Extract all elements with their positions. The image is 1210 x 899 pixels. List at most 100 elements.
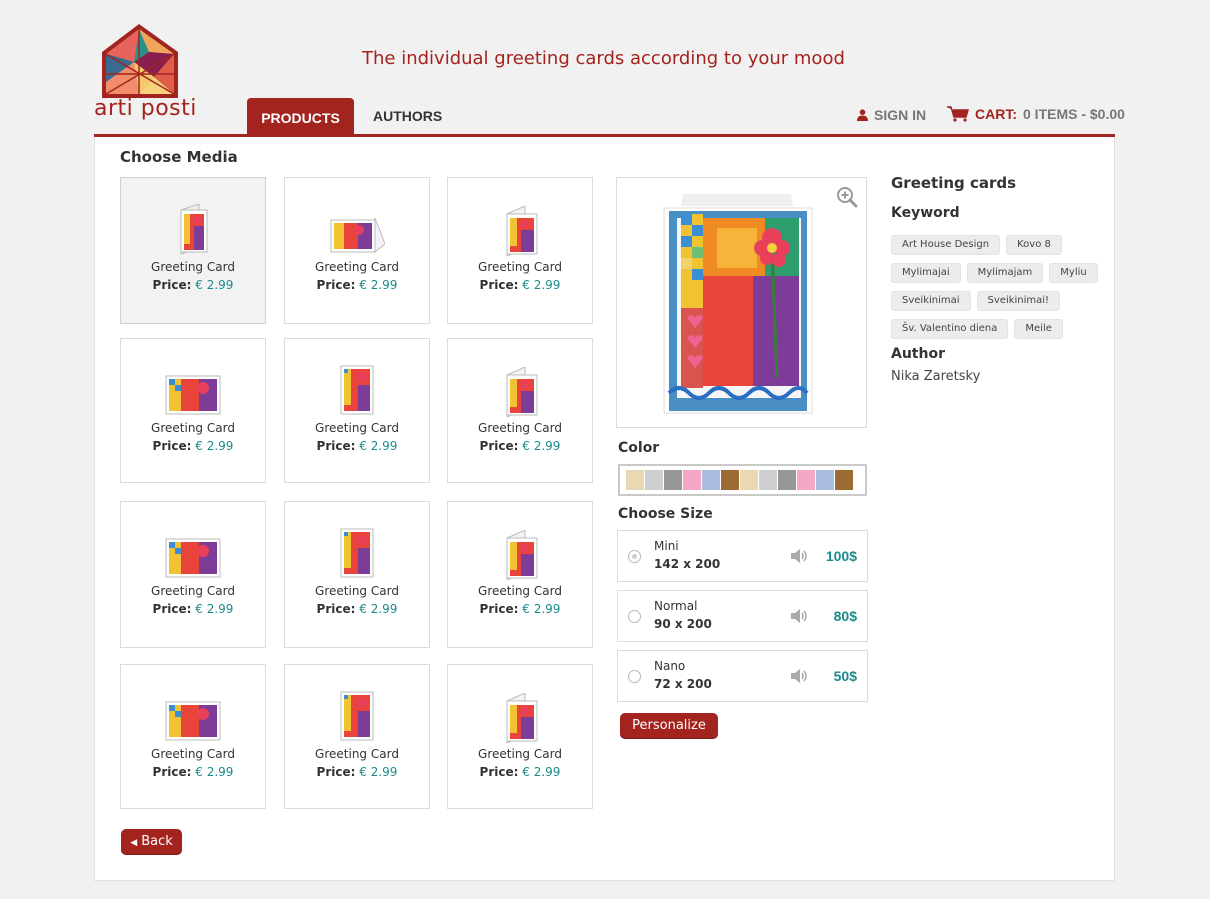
media-tile[interactable]: Greeting Card Price: € 2.99 [447,664,593,809]
media-tile[interactable]: Greeting Card Price: € 2.99 [120,177,266,324]
keyword-tag[interactable]: Sveikinimai [891,291,971,311]
back-arrow-icon: ◀ [130,838,138,848]
media-name: Greeting Card [315,421,399,435]
media-name: Greeting Card [315,747,399,761]
choose-size-label: Choose Size [618,506,713,522]
price-value: € 2.99 [522,439,561,453]
media-tile[interactable]: Greeting Card Price: € 2.99 [120,501,266,648]
folded-card-standing-icon [499,205,541,261]
author-name[interactable]: Nika Zaretsky [891,369,980,384]
zoom-in-icon[interactable] [836,186,858,208]
keyword-tag[interactable]: Mylimajai [891,263,961,283]
media-name: Greeting Card [478,421,562,435]
color-swatches [618,464,867,496]
brand-name: arti posti [94,96,197,121]
media-tile[interactable]: Greeting Card Price: € 2.99 [284,501,430,648]
media-tile[interactable]: Greeting Card Price: € 2.99 [447,177,593,324]
tagline: The individual greeting cards according … [362,48,845,69]
media-tile[interactable]: Greeting Card Price: € 2.99 [447,501,593,648]
media-tile[interactable]: Greeting Card Price: € 2.99 [120,664,266,809]
color-swatch[interactable] [683,470,701,490]
media-name: Greeting Card [315,260,399,274]
speaker-icon[interactable] [790,548,808,564]
author-label: Author [891,346,945,362]
personalize-button[interactable]: Personalize [620,713,718,738]
price-label: Price: [316,765,356,779]
tab-products[interactable]: PRODUCTS [247,98,354,134]
cart-icon [947,106,969,122]
color-swatch[interactable] [721,470,739,490]
keyword-tag[interactable]: Mylimajam [966,263,1044,283]
media-price: Price: € 2.99 [285,278,429,292]
keyword-tag[interactable]: Art House Design [891,235,1001,255]
size-name: Mini [654,539,679,553]
color-swatch[interactable] [816,470,834,490]
keyword-tag[interactable]: Kovo 8 [1006,235,1062,255]
speaker-icon[interactable] [790,668,808,684]
speaker-icon[interactable] [790,608,808,624]
cart-summary: 0 ITEMS - $0.00 [1023,106,1125,122]
price-label: Price: [316,278,356,292]
size-radio[interactable] [628,670,641,683]
sign-in-label: SIGN IN [874,107,927,123]
size-option[interactable]: Mini 142 x 200 100$ [617,530,868,582]
card-artwork [663,194,813,414]
media-name: Greeting Card [478,260,562,274]
cart-link[interactable]: CART: 0 ITEMS - $0.00 [947,106,1125,122]
size-radio[interactable] [628,550,641,563]
media-tile[interactable]: Greeting Card Price: € 2.99 [120,338,266,483]
media-name: Greeting Card [151,584,235,598]
media-name: Greeting Card [151,260,235,274]
price-value: € 2.99 [359,278,398,292]
flat-card-portrait-icon [340,691,374,746]
product-category-title: Greeting cards [891,174,1017,192]
price-label: Price: [479,278,519,292]
media-price: Price: € 2.99 [448,602,592,616]
color-swatch[interactable] [759,470,777,490]
size-option[interactable]: Normal 90 x 200 80$ [617,590,868,642]
flat-card-landscape-icon [165,701,221,746]
media-price: Price: € 2.99 [285,602,429,616]
size-price: 80$ [833,608,857,624]
price-value: € 2.99 [195,439,234,453]
media-tile[interactable]: Greeting Card Price: € 2.99 [447,338,593,483]
color-swatch[interactable] [740,470,758,490]
media-tile[interactable]: Greeting Card Price: € 2.99 [284,664,430,809]
size-name: Nano [654,659,686,673]
color-swatch[interactable] [778,470,796,490]
size-radio[interactable] [628,610,641,623]
keyword-tag[interactable]: Myliu [1049,263,1098,283]
color-swatch[interactable] [702,470,720,490]
tab-authors[interactable]: AUTHORS [373,108,442,124]
media-price: Price: € 2.99 [121,278,265,292]
color-swatch[interactable] [835,470,853,490]
color-swatch[interactable] [645,470,663,490]
color-swatch[interactable] [626,470,644,490]
media-tile[interactable]: Greeting Card Price: € 2.99 [284,338,430,483]
size-price: 50$ [833,668,857,684]
price-value: € 2.99 [359,602,398,616]
folded-card-standing-icon [499,366,541,422]
card-preview[interactable] [616,177,867,428]
size-option[interactable]: Nano 72 x 200 50$ [617,650,868,702]
color-swatch[interactable] [664,470,682,490]
media-name: Greeting Card [151,421,235,435]
price-label: Price: [479,439,519,453]
media-tile[interactable]: Greeting Card Price: € 2.99 [284,177,430,324]
color-swatch[interactable] [797,470,815,490]
keyword-tag[interactable]: Sveikinimai! [976,291,1061,311]
back-button[interactable]: ◀ Back [121,829,182,854]
keyword-tag[interactable]: Šv. Valentino diena [891,319,1009,339]
price-label: Price: [152,439,192,453]
sign-in-link[interactable]: SIGN IN [857,107,926,123]
size-dimensions: 72 x 200 [654,677,712,691]
media-price: Price: € 2.99 [121,602,265,616]
media-price: Price: € 2.99 [448,439,592,453]
size-price: 100$ [825,548,857,564]
media-price: Price: € 2.99 [121,439,265,453]
keyword-tag[interactable]: Meile [1014,319,1063,339]
price-value: € 2.99 [195,278,234,292]
media-price: Price: € 2.99 [121,765,265,779]
media-name: Greeting Card [478,747,562,761]
media-price: Price: € 2.99 [285,765,429,779]
